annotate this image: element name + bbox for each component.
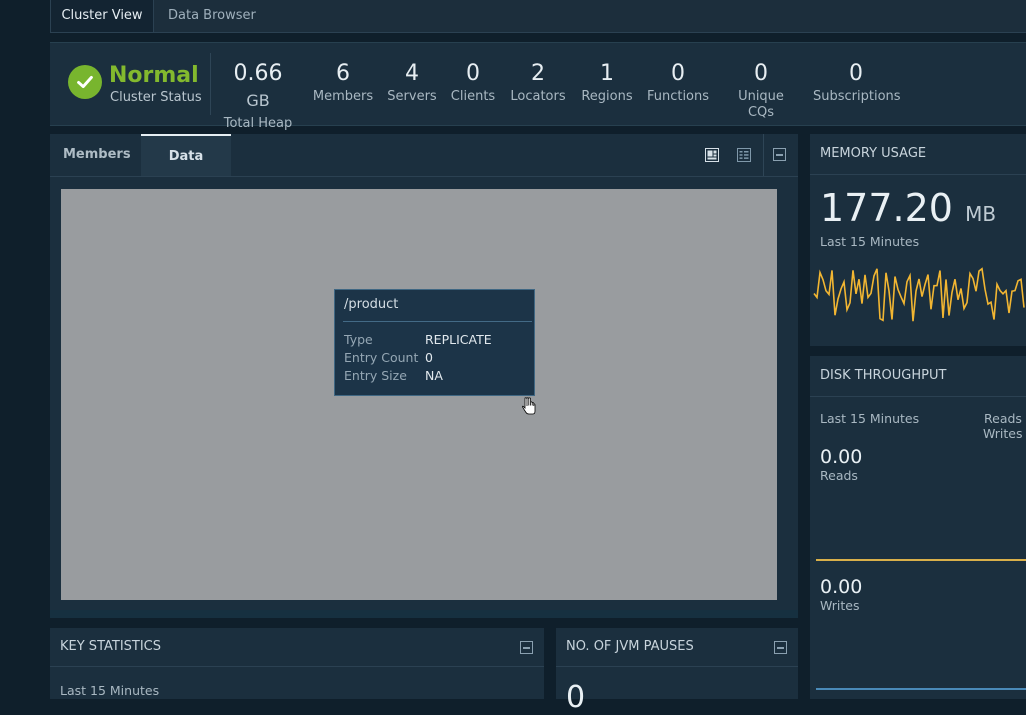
metric-locators: 2 Locators	[510, 61, 566, 105]
data-view-panel: Members Data /product Type REPLICATE Entr…	[50, 134, 798, 618]
metric-label: Clients	[450, 89, 496, 104]
legend-reads: Reads	[984, 411, 1022, 426]
tooltip-key: Type	[344, 332, 373, 347]
hand-cursor-icon	[521, 397, 537, 419]
tooltip-value: NA	[425, 368, 443, 383]
reads-value: 0.00	[820, 446, 863, 468]
metric-functions: 0 Functions	[646, 61, 710, 105]
tooltip-row-type: Type REPLICATE	[344, 332, 492, 347]
panel-footer	[50, 610, 798, 618]
jvm-pauses-value: 0	[566, 680, 586, 715]
metric-unit: GB	[246, 91, 270, 110]
metric-servers: 4 Servers	[387, 61, 437, 105]
divider	[763, 134, 764, 176]
tooltip-row-entry-count: Entry Count 0	[344, 350, 433, 365]
metric-label: Members	[312, 89, 374, 104]
memory-sparkline	[813, 267, 1025, 322]
metric-label: Total Heap	[223, 116, 293, 131]
tooltip-value: 0	[425, 350, 433, 365]
metric-value: 4	[405, 61, 419, 86]
metric-label: Subscriptions	[813, 89, 901, 104]
metric-value: 0.66	[233, 61, 283, 86]
metric-label: Locators	[510, 89, 566, 104]
disk-period: Last 15 Minutes	[820, 411, 920, 426]
minimize-icon[interactable]	[774, 641, 787, 654]
jvm-pauses-title: NO. OF JVM PAUSES	[566, 639, 694, 654]
writes-value: 0.00	[820, 576, 863, 598]
metric-label: Regions	[581, 89, 633, 104]
memory-usage-panel: MEMORY USAGE 177.20 MB Last 15 Minutes	[810, 134, 1026, 346]
metric-value: 0	[849, 61, 863, 86]
memory-usage-title: MEMORY USAGE	[820, 146, 927, 161]
tooltip-key: Entry Count	[344, 350, 419, 365]
key-statistics-period: Last 15 Minutes	[60, 683, 160, 698]
tab-cluster-view[interactable]: Cluster View	[50, 0, 154, 32]
panel-header: DISK THROUGHPUT	[810, 356, 1026, 397]
key-statistics-title: KEY STATISTICS	[60, 639, 162, 654]
metric-label: Servers	[387, 89, 437, 104]
divider	[343, 321, 532, 322]
tab-data[interactable]: Data	[141, 134, 231, 176]
metric-value: 0	[466, 61, 480, 86]
disk-throughput-title: DISK THROUGHPUT	[820, 368, 947, 383]
metric-total-heap: 0.66 GB Total Heap	[222, 61, 294, 132]
minimize-icon[interactable]	[520, 641, 533, 654]
cluster-status-title: Normal	[109, 63, 199, 88]
treemap-view-icon[interactable]	[705, 147, 719, 162]
tab-members[interactable]: Members	[63, 134, 131, 176]
metric-value: 0	[671, 61, 685, 86]
metric-value: 2	[531, 61, 545, 86]
metric-members: 6 Members	[312, 61, 374, 105]
writes-chart-line	[816, 688, 1026, 690]
panel-header: Members Data	[50, 134, 798, 177]
tooltip-title: /product	[344, 297, 399, 312]
metric-regions: 1 Regions	[580, 61, 634, 105]
left-gutter	[0, 0, 50, 699]
cluster-summary-bar: Normal Cluster Status 0.66 GB Total Heap…	[50, 42, 1026, 131]
tooltip-value: REPLICATE	[425, 332, 492, 347]
tab-data-browser[interactable]: Data Browser	[168, 0, 256, 32]
jvm-pauses-panel: NO. OF JVM PAUSES 0	[556, 628, 798, 715]
metric-value: 6	[336, 61, 350, 86]
disk-throughput-panel: DISK THROUGHPUT Last 15 Minutes Reads Wr…	[810, 356, 1026, 699]
memory-period: Last 15 Minutes	[820, 234, 920, 249]
key-statistics-panel: KEY STATISTICS Last 15 Minutes	[50, 628, 544, 699]
legend-writes: Writes	[983, 426, 1023, 441]
metric-value: 0	[754, 61, 768, 86]
metric-clients: 0 Clients	[448, 61, 498, 105]
grid-view-icon[interactable]	[737, 147, 751, 162]
writes-label: Writes	[820, 598, 860, 613]
divider	[210, 53, 211, 115]
metric-subscriptions: 0 Subscriptions	[813, 61, 901, 105]
panel-header: MEMORY USAGE	[810, 134, 1026, 175]
metric-label: Unique CQs	[738, 89, 784, 120]
tooltip-row-entry-size: Entry Size NA	[344, 368, 443, 383]
metric-unique-cqs: 0 Unique CQs	[723, 61, 799, 121]
reads-label: Reads	[820, 468, 858, 483]
cluster-status: Normal Cluster Status	[68, 63, 208, 107]
top-nav-bar: Cluster View Data Browser	[50, 0, 1026, 33]
minimize-icon[interactable]	[773, 148, 786, 161]
memory-unit: MB	[965, 202, 997, 226]
memory-value: 177.20	[820, 186, 953, 230]
metric-label: Functions	[646, 89, 710, 104]
tooltip-key: Entry Size	[344, 368, 407, 383]
checkmark-icon	[68, 65, 102, 99]
cluster-status-label: Cluster Status	[110, 90, 202, 105]
region-tooltip: /product Type REPLICATE Entry Count 0 Entr…	[334, 289, 535, 396]
reads-chart-line	[816, 559, 1026, 561]
region-treemap-canvas[interactable]: /product Type REPLICATE Entry Count 0 Entr…	[61, 189, 777, 600]
memory-usage-value: 177.20 MB	[820, 186, 996, 230]
metric-value: 1	[600, 61, 614, 86]
